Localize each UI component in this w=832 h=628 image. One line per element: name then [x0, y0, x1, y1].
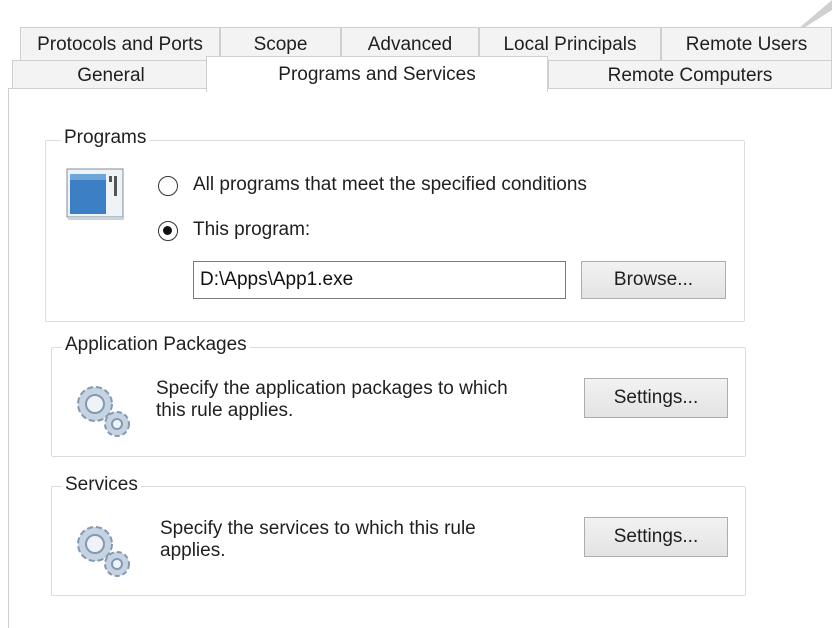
this-program-label[interactable]: This program: [193, 219, 310, 241]
this-program-radio[interactable] [158, 221, 178, 241]
tab-protocols-and-ports[interactable]: Protocols and Ports [20, 27, 220, 61]
gears-icon [77, 386, 130, 437]
app-packages-group-title: Application Packages [62, 334, 250, 356]
services-description: Specify the services to which this rule … [160, 518, 476, 562]
program-path-input[interactable]: D:\Apps\App1.exe [193, 261, 566, 299]
browse-button[interactable]: Browse... [581, 261, 726, 299]
app-packages-description-line1: Specify the application packages to whic… [156, 378, 508, 399]
programs-group-title: Programs [61, 127, 150, 149]
tab-general[interactable]: General [12, 60, 210, 90]
services-description-line2: applies. [160, 540, 226, 561]
tab-remote-users[interactable]: Remote Users [661, 27, 832, 61]
services-settings-button[interactable]: Settings... [584, 517, 728, 557]
gears-icon [77, 526, 130, 577]
services-description-line1: Specify the services to which this rule [160, 518, 476, 539]
services-group-title: Services [62, 474, 141, 496]
app-packages-description: Specify the application packages to whic… [156, 378, 508, 422]
program-window-icon [66, 168, 124, 220]
app-packages-settings-button[interactable]: Settings... [584, 378, 728, 418]
all-programs-radio[interactable] [158, 176, 178, 196]
all-programs-label[interactable]: All programs that meet the specified con… [193, 174, 587, 196]
tab-remote-computers[interactable]: Remote Computers [548, 60, 832, 90]
tab-programs-and-services[interactable]: Programs and Services [206, 56, 548, 92]
app-packages-description-line2: this rule applies. [156, 400, 294, 421]
